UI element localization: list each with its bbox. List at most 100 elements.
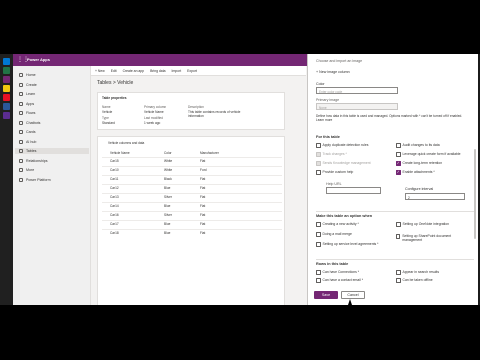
options-note: Define how data in this table is used an…: [316, 114, 463, 122]
breadcrumb[interactable]: Tables > Vehicle: [97, 80, 133, 86]
checkbox-box[interactable]: ✓: [396, 161, 401, 166]
option-checkbox[interactable]: Can have Connections *: [316, 270, 359, 275]
option-checkbox[interactable]: ✓ Create long-term retention: [396, 161, 466, 166]
table-row[interactable]: [102, 229, 282, 230]
checkbox-box[interactable]: [316, 232, 321, 237]
nav-label: Power Platform: [26, 177, 51, 182]
save-button[interactable]: Save: [314, 291, 338, 299]
option-checkbox[interactable]: Setting up service level agreements *: [316, 242, 386, 247]
option-checkbox[interactable]: Audit changes to its data: [396, 143, 466, 148]
nav-item[interactable]: Flows: [19, 110, 35, 116]
option-checkbox[interactable]: Apply duplicate detection rules: [316, 143, 369, 148]
table-row[interactable]: [102, 175, 282, 176]
checkbox-label: Audit changes to its data: [402, 143, 440, 147]
checkbox-box[interactable]: [316, 161, 321, 166]
option-checkbox[interactable]: Provide custom help: [316, 170, 353, 175]
checkbox-box[interactable]: [316, 143, 321, 148]
waffle-icon[interactable]: ⋮⋮: [17, 57, 29, 63]
checkbox-box[interactable]: [316, 278, 321, 283]
table-row[interactable]: [102, 157, 282, 158]
nav-label: Flows: [26, 111, 36, 115]
configure-interval-label: Configure interval: [405, 187, 434, 191]
option-checkbox[interactable]: ✓ Enable attachments *: [396, 170, 466, 175]
color-input[interactable]: Enter color code: [316, 87, 398, 94]
option-checkbox[interactable]: Can be taken offline: [396, 278, 433, 283]
checkbox-label: Appear in search results: [402, 270, 440, 275]
taskbar-app-icon[interactable]: [3, 94, 10, 101]
option-checkbox[interactable]: Sends Knowledge management: [316, 161, 371, 166]
taskbar-app-icon[interactable]: [3, 85, 10, 92]
command-button[interactable]: Export: [187, 69, 197, 73]
nav-label: Apps: [26, 101, 35, 106]
checkbox-box[interactable]: [396, 143, 401, 148]
nav-icon: [19, 139, 23, 144]
option-checkbox[interactable]: Can have a contact email *: [316, 278, 363, 283]
checkbox-box[interactable]: ✓: [396, 170, 401, 175]
nav-item[interactable]: Cards: [19, 129, 36, 135]
primary-image-label: Primary image: [316, 98, 340, 102]
nav-item[interactable]: Apps: [19, 101, 34, 107]
column-header[interactable]: Vehicle Name: [110, 151, 130, 155]
option-checkbox[interactable]: Track changes *: [316, 152, 347, 157]
command-button[interactable]: + New: [95, 69, 105, 73]
taskbar-app-icon[interactable]: [3, 58, 10, 65]
table-row[interactable]: [102, 202, 282, 203]
command-button[interactable]: Create an app: [123, 69, 145, 73]
checkbox-box[interactable]: [316, 170, 321, 175]
checkbox-box[interactable]: [396, 234, 401, 239]
app-brand: Power Apps: [27, 57, 50, 62]
option-checkbox[interactable]: Creating a new activity *: [316, 222, 386, 227]
taskbar-app-icon[interactable]: [3, 67, 10, 74]
nav-item[interactable]: Power Platform: [19, 177, 51, 183]
taskbar-app-icon[interactable]: [3, 76, 10, 83]
image-link[interactable]: Choose and import an image: [316, 59, 362, 63]
table-cell: Black: [164, 177, 172, 181]
checkbox-box[interactable]: [316, 270, 321, 275]
checkbox-label: Can have Connections *: [322, 270, 360, 275]
option-checkbox[interactable]: Appear in search results: [396, 270, 439, 275]
column-header[interactable]: Manufacturer: [200, 151, 219, 155]
nav-item[interactable]: Relationships: [19, 158, 48, 164]
help-url-label: Help URL: [326, 182, 342, 186]
nav-item[interactable]: Chatbots: [19, 120, 40, 126]
nav-item[interactable]: Create: [19, 82, 37, 88]
new-image-column-link[interactable]: + New image column: [316, 70, 350, 74]
taskbar-app-icon[interactable]: [3, 103, 10, 110]
table-cell: Car10: [110, 168, 119, 172]
nav-item[interactable]: Learn: [19, 91, 35, 97]
command-button[interactable]: Bring data: [150, 69, 165, 73]
props-cell: Standard: [102, 121, 115, 125]
table-row[interactable]: [102, 211, 282, 212]
command-button[interactable]: Import: [172, 69, 182, 73]
taskbar-app-icon[interactable]: [3, 112, 10, 119]
nav-item[interactable]: Home: [19, 72, 36, 78]
option-checkbox[interactable]: Leverage quick create form if available: [396, 152, 466, 157]
checkbox-box[interactable]: [316, 242, 321, 247]
table-row[interactable]: [102, 220, 282, 221]
primary-image-select[interactable]: None: [316, 103, 398, 110]
nav-item[interactable]: Tables: [15, 148, 89, 154]
option-checkbox[interactable]: Setting up OneNote integration: [396, 222, 466, 227]
command-button[interactable]: Edit: [111, 69, 117, 73]
checkbox-box[interactable]: [316, 152, 321, 157]
checkbox-box[interactable]: [396, 152, 401, 157]
column-header[interactable]: Color: [164, 151, 172, 155]
nav-label: Learn: [26, 92, 36, 96]
table-row[interactable]: [102, 193, 282, 194]
checkbox-label: Creating a new activity *: [322, 222, 359, 226]
checkbox-box[interactable]: [396, 278, 401, 283]
checkbox-label: Leverage quick create form if available: [402, 152, 461, 156]
checkbox-box[interactable]: [316, 222, 321, 227]
nav-item[interactable]: More: [19, 167, 34, 173]
table-row[interactable]: [102, 184, 282, 185]
configure-interval-input[interactable]: 2: [405, 193, 465, 200]
table-row[interactable]: [102, 166, 282, 167]
checkbox-box[interactable]: [396, 222, 401, 227]
help-url-input[interactable]: [326, 187, 381, 194]
cancel-button[interactable]: Cancel: [341, 291, 365, 299]
option-checkbox[interactable]: Doing a mail merge: [316, 232, 386, 237]
checkbox-box[interactable]: [396, 270, 401, 275]
nav-item[interactable]: AI hub: [19, 139, 36, 145]
option-checkbox[interactable]: Setting up SharePoint document managemen…: [396, 234, 466, 242]
panel-scrollbar[interactable]: [474, 149, 476, 239]
